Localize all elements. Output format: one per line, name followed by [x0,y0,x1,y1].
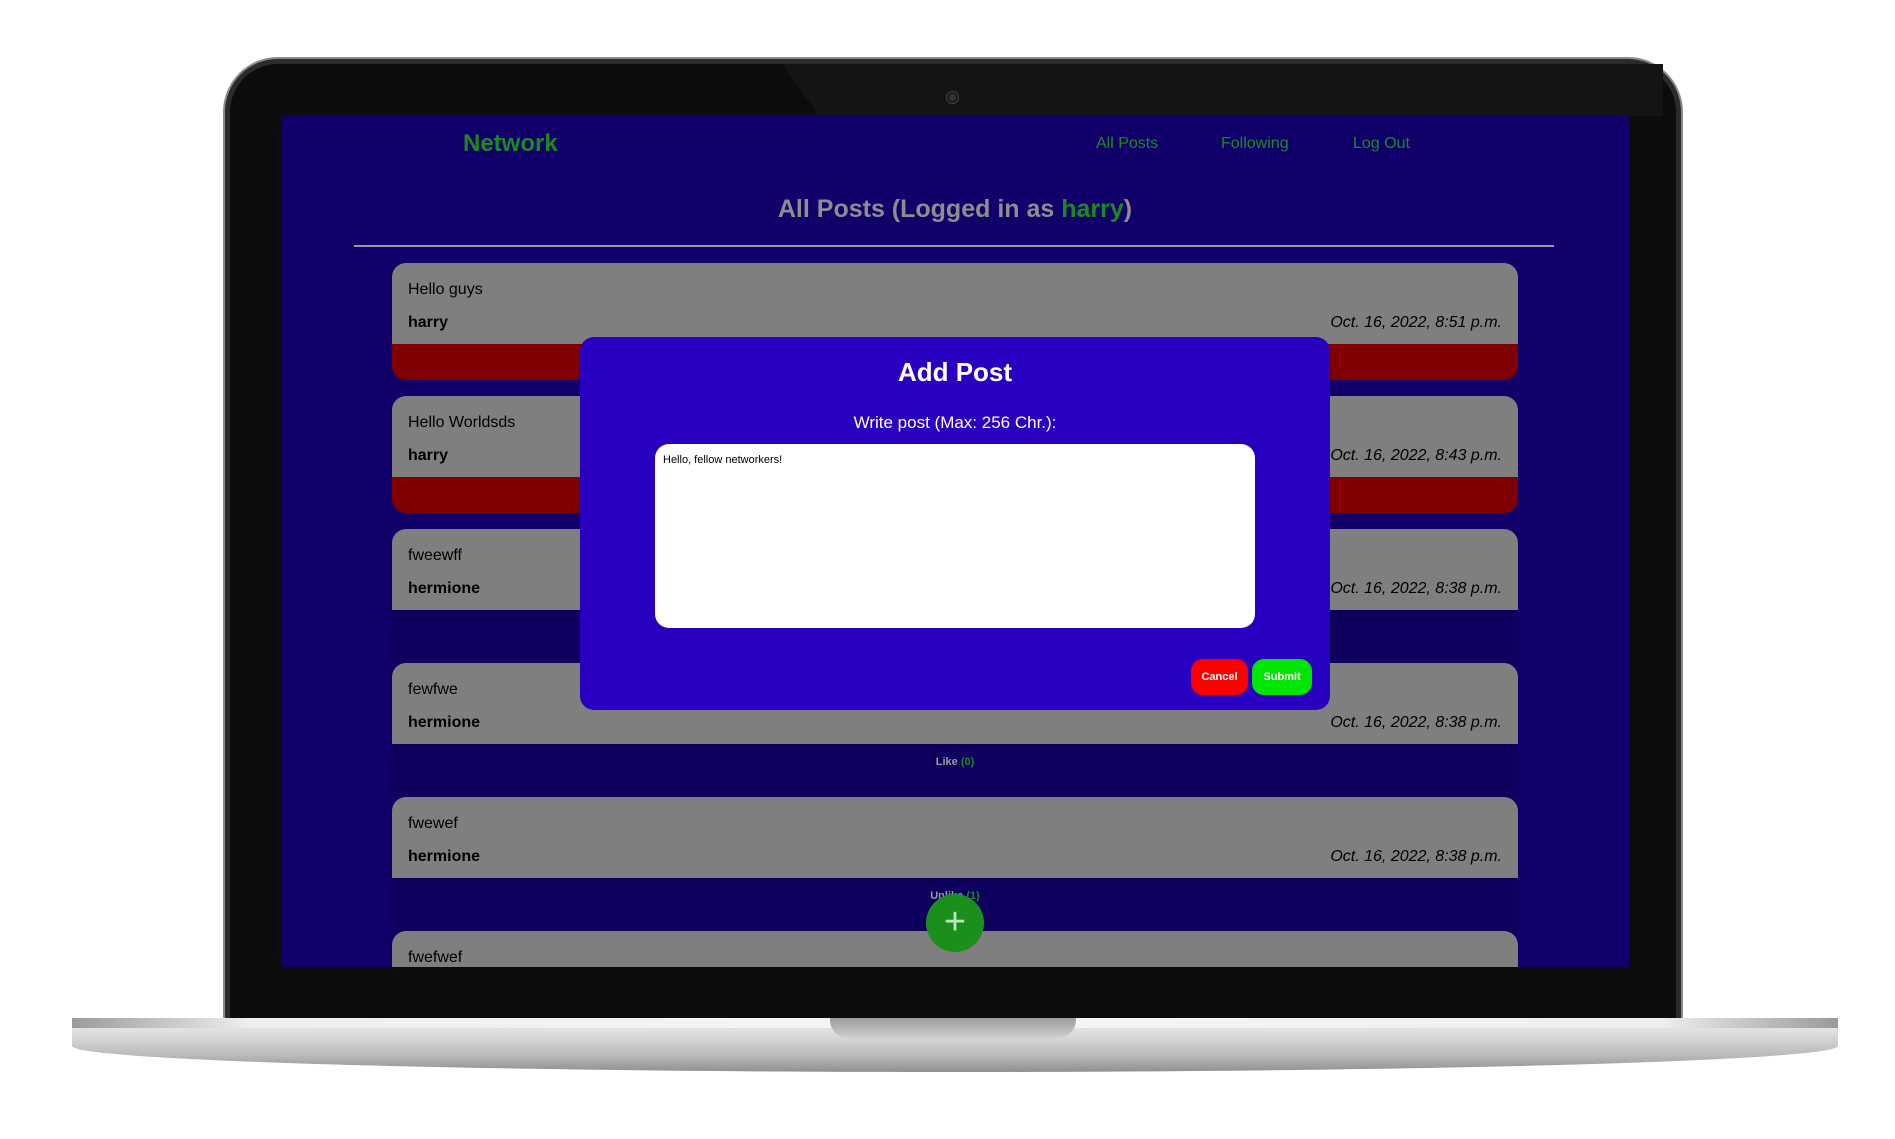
post-timestamp: Oct. 16, 2022, 8:43 p.m. [1330,447,1502,464]
post-timestamp: Oct. 16, 2022, 8:51 p.m. [1330,314,1502,331]
nav-link-following[interactable]: Following [1221,135,1289,153]
post-text: Hello Worldsds [408,414,516,431]
post-input-label: Write post (Max: 256 Chr.): [853,413,1057,432]
post-text: fweewff [408,547,462,564]
post-text: Hello guys [408,281,483,298]
post-timestamp: Oct. 16, 2022, 8:38 p.m. [1330,580,1502,597]
add-post-modal: Add Post Write post (Max: 256 Chr.): Hel… [580,337,1330,710]
post-card: fwewef hermione Oct. 16, 2022, 8:38 p.m. [392,797,1518,878]
like-count: (0) [960,756,975,768]
add-post-fab[interactable]: + [926,894,984,952]
post-author[interactable]: hermione [408,580,480,598]
post-timestamp: Oct. 16, 2022, 8:38 p.m. [1330,848,1502,865]
laptop-bezel-notch [783,64,1663,116]
webcam-icon [947,92,958,103]
post-timestamp: Oct. 16, 2022, 8:38 p.m. [1330,714,1502,731]
nav-link-log-out[interactable]: Log Out [1353,135,1410,153]
post-author[interactable]: harry [408,447,448,465]
modal-title: Add Post [897,357,1013,387]
title-divider [354,245,1554,247]
post-author[interactable]: harry [408,314,448,332]
post-text: fewfwe [408,681,458,698]
submit-button[interactable]: Submit [1252,659,1312,695]
page-title-username: harry [1061,195,1124,223]
cancel-button[interactable]: Cancel [1191,659,1248,695]
page-title: All Posts (Logged in as harry) [281,195,1629,224]
laptop-hinge [830,1018,1076,1038]
post-text: fwewef [408,815,458,832]
page-title-prefix: All Posts (Logged in as [777,195,1062,223]
post-author[interactable]: hermione [408,714,480,732]
like-button[interactable]: Like [936,756,958,768]
app-screen: Network All Posts Following Log Out All … [281,115,1629,967]
nav-link-all-posts[interactable]: All Posts [1096,135,1158,153]
post-card: Hello guys harry Oct. 16, 2022, 8:51 p.m… [392,263,1518,344]
post-author[interactable]: hermione [408,848,480,866]
brand-logo[interactable]: Network [463,130,558,158]
plus-icon: + [943,901,967,943]
post-textarea[interactable]: Hello, fellow networkers! [655,444,1255,628]
post-text: fwefwef [408,949,463,966]
post-like-area: Like (0) [392,744,1518,797]
page-title-suffix: ) [1123,195,1133,223]
